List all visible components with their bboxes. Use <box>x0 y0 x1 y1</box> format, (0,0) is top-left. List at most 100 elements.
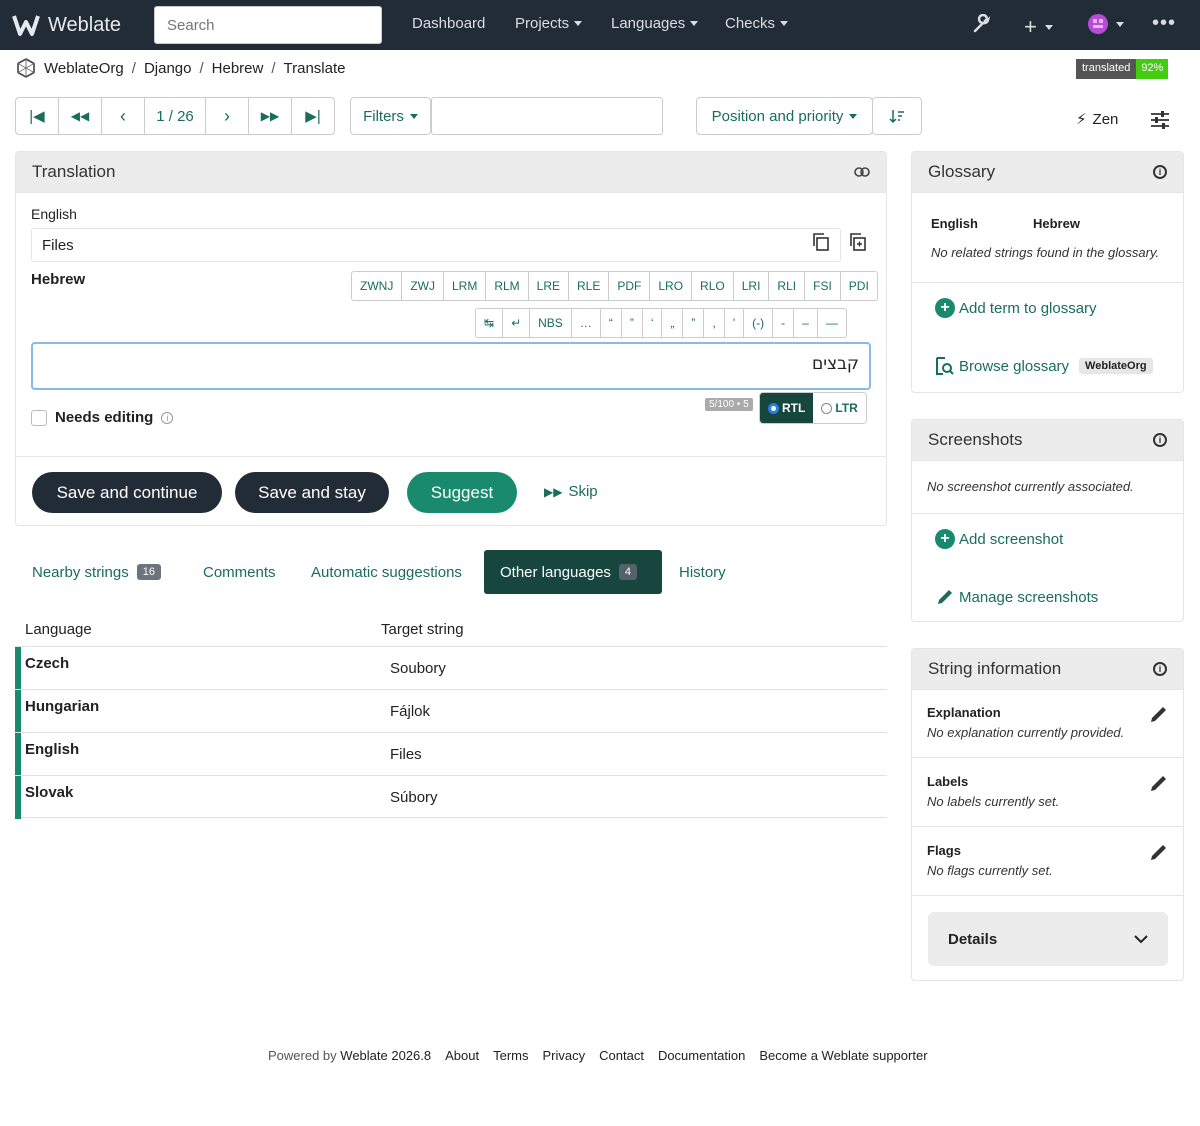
table-row[interactable]: Czech Soubory <box>15 646 887 690</box>
special-char-button[interactable]: RLI <box>769 272 806 300</box>
more-icon[interactable]: ••• <box>1152 12 1176 35</box>
nav-projects[interactable]: Projects <box>515 15 583 32</box>
add-menu[interactable]: + <box>1024 14 1053 40</box>
special-char-button[interactable]: PDI <box>841 272 877 300</box>
pencil-icon[interactable] <box>1149 842 1169 862</box>
special-char-button[interactable]: ↹ <box>476 309 504 337</box>
footer-privacy-link[interactable]: Privacy <box>543 1048 586 1063</box>
special-char-button[interactable]: ” <box>622 309 643 337</box>
suggest-button[interactable]: Suggest <box>407 472 517 513</box>
previous-fast-button[interactable]: ◀◀ <box>59 98 102 134</box>
tab-history[interactable]: History <box>663 550 742 594</box>
special-char-button[interactable]: „ <box>662 309 684 337</box>
search-input[interactable] <box>154 6 382 44</box>
special-char-button[interactable]: LRO <box>650 272 693 300</box>
position-indicator[interactable]: 1 / 26 <box>145 98 206 134</box>
table-row[interactable]: Slovak Súbory <box>15 775 887 819</box>
tab-other-languages[interactable]: Other languages 4 <box>484 550 662 594</box>
sliders-icon[interactable] <box>1150 111 1170 129</box>
needs-editing-label: Needs editing <box>55 409 154 426</box>
special-char-button[interactable]: – <box>794 309 818 337</box>
info-icon[interactable]: i <box>1153 165 1167 179</box>
special-char-button[interactable]: RLO <box>692 272 734 300</box>
breadcrumb-component[interactable]: Django <box>144 60 192 77</box>
info-icon[interactable]: i <box>1153 433 1167 447</box>
special-char-button[interactable]: - <box>773 309 795 337</box>
sort-direction-button[interactable] <box>872 97 922 135</box>
filter-query-input[interactable] <box>431 97 663 135</box>
next-button[interactable]: › <box>206 98 249 134</box>
info-icon[interactable]: i <box>161 411 174 424</box>
special-char-button[interactable]: … <box>572 309 601 337</box>
nav-languages[interactable]: Languages <box>611 15 699 32</box>
pencil-icon[interactable] <box>1149 704 1169 724</box>
ltr-option[interactable]: LTR <box>813 393 866 423</box>
rtl-option[interactable]: RTL <box>760 393 814 423</box>
nav-checks[interactable]: Checks <box>725 15 789 32</box>
breadcrumb-project[interactable]: WeblateOrg <box>44 60 124 77</box>
add-screenshot-link[interactable]: + Add screenshot <box>935 529 1063 549</box>
next-fast-button[interactable]: ▶▶ <box>249 98 292 134</box>
breadcrumb-language[interactable]: Hebrew <box>212 60 264 77</box>
special-char-button[interactable]: ‘ <box>643 309 663 337</box>
footer-supporter-link[interactable]: Become a Weblate supporter <box>759 1048 927 1063</box>
tab-comments[interactable]: Comments <box>187 550 292 594</box>
translation-textarea[interactable]: קבצים <box>31 342 871 390</box>
special-char-button[interactable]: LRE <box>529 272 570 300</box>
pencil-icon[interactable] <box>1149 773 1169 793</box>
lightning-icon: ⚡ <box>1076 111 1087 128</box>
clone-source-icon[interactable] <box>849 233 867 251</box>
special-char-button[interactable]: (-) <box>744 309 774 337</box>
table-row[interactable]: Hungarian Fájlok <box>15 689 887 733</box>
nav-languages-label: Languages <box>611 15 686 32</box>
special-char-button[interactable]: ' <box>725 309 745 337</box>
footer-contact-link[interactable]: Contact <box>599 1048 644 1063</box>
special-char-button[interactable]: PDF <box>609 272 651 300</box>
special-char-button[interactable]: LRI <box>734 272 770 300</box>
translated-badge[interactable]: translated 92% <box>1076 59 1169 79</box>
needs-editing[interactable]: Needs editing i <box>31 409 174 426</box>
table-row[interactable]: English Files <box>15 732 887 776</box>
zen-button[interactable]: ⚡ Zen <box>1076 110 1118 129</box>
manage-screenshots-link[interactable]: Manage screenshots <box>935 587 1098 607</box>
needs-editing-checkbox[interactable] <box>31 409 47 426</box>
previous-button[interactable]: ‹ <box>102 98 145 134</box>
footer-documentation-link[interactable]: Documentation <box>658 1048 745 1063</box>
special-char-button[interactable]: ↵ <box>503 309 531 337</box>
first-button[interactable]: |◀ <box>16 98 59 134</box>
skip-button[interactable]: ▶▶ Skip <box>544 483 598 500</box>
special-char-button[interactable]: FSI <box>805 272 841 300</box>
special-char-button[interactable]: “ <box>601 309 622 337</box>
glossary-header: Glossary i <box>912 152 1183 193</box>
special-char-button[interactable]: , <box>704 309 725 337</box>
info-icon[interactable]: i <box>1153 662 1167 676</box>
save-continue-button[interactable]: Save and continue <box>32 472 222 513</box>
special-char-button[interactable]: ZWJ <box>402 272 444 300</box>
weblate-version-link[interactable]: Weblate 2026.8 <box>340 1048 431 1063</box>
tab-nearby-strings[interactable]: Nearby strings 16 <box>16 550 177 594</box>
details-toggle[interactable]: Details <box>928 912 1168 966</box>
browse-glossary-link[interactable]: Browse glossary WeblateOrg <box>935 356 1153 376</box>
footer-terms-link[interactable]: Terms <box>493 1048 528 1063</box>
special-char-button[interactable]: ‟ <box>683 309 705 337</box>
wrench-icon[interactable] <box>972 14 992 34</box>
filters-button[interactable]: Filters <box>350 97 431 135</box>
sort-button[interactable]: Position and priority <box>696 97 873 135</box>
add-term-link[interactable]: + Add term to glossary <box>935 298 1097 318</box>
last-button[interactable]: ▶| <box>292 98 334 134</box>
brand[interactable]: Weblate <box>12 12 121 38</box>
nav-dashboard[interactable]: Dashboard <box>412 15 485 32</box>
copy-icon[interactable] <box>812 233 830 251</box>
status-bar <box>15 733 21 776</box>
user-menu[interactable] <box>1088 14 1124 34</box>
special-char-button[interactable]: LRM <box>444 272 487 300</box>
special-char-button[interactable]: NBS <box>530 309 572 337</box>
save-stay-button[interactable]: Save and stay <box>235 472 389 513</box>
link-icon[interactable] <box>854 167 870 177</box>
special-char-button[interactable]: — <box>818 309 846 337</box>
special-char-button[interactable]: RLE <box>569 272 610 300</box>
footer-about-link[interactable]: About <box>445 1048 479 1063</box>
tab-automatic-suggestions[interactable]: Automatic suggestions <box>295 550 478 594</box>
special-char-button[interactable]: ZWNJ <box>352 272 403 300</box>
special-char-button[interactable]: RLM <box>486 272 529 300</box>
